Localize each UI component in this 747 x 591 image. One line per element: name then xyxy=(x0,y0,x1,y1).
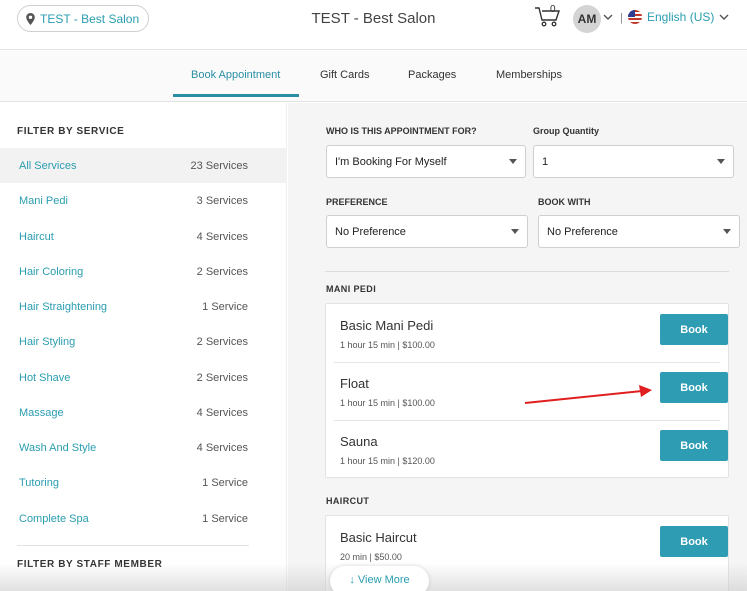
language-label: English (US) xyxy=(647,10,715,24)
sidebar-item-count: 1 Service xyxy=(202,300,248,313)
sidebar-item-hair-styling[interactable]: Hair Styling 2 Services xyxy=(0,324,287,359)
cart-count: 0 xyxy=(550,4,556,15)
dropdown-arrow-icon xyxy=(509,159,517,164)
sidebar-item-count: 3 Services xyxy=(196,194,248,207)
sidebar-item-label: All Services xyxy=(19,159,77,172)
view-more-button[interactable]: ↓ View More xyxy=(330,566,429,591)
service-name: Float xyxy=(340,376,369,391)
us-flag-icon xyxy=(628,10,642,24)
sidebar-item-label: Hair Straightening xyxy=(19,300,108,313)
tab-packages[interactable]: Packages xyxy=(408,69,456,81)
tab-gift-cards[interactable]: Gift Cards xyxy=(320,69,370,81)
book-with-select[interactable]: No Preference xyxy=(538,215,740,248)
book-with-label: BOOK WITH xyxy=(538,197,591,207)
chevron-down-icon xyxy=(719,14,729,20)
who-select-value: I'm Booking For Myself xyxy=(335,155,447,168)
top-header: TEST - Best Salon TEST - Best Salon 0 AM… xyxy=(0,0,747,50)
sidebar-item-count: 2 Services xyxy=(196,335,248,348)
language-selector[interactable]: English (US) xyxy=(628,10,729,24)
tab-memberships[interactable]: Memberships xyxy=(496,69,562,81)
preference-select-value: No Preference xyxy=(335,225,406,238)
service-meta: 1 hour 15 min | $100.00 xyxy=(340,340,435,350)
preference-select[interactable]: No Preference xyxy=(326,215,528,248)
who-select[interactable]: I'm Booking For Myself xyxy=(326,145,526,178)
sidebar-item-label: Massage xyxy=(19,406,64,419)
header-divider: | xyxy=(620,12,623,24)
service-card-mani-pedi: Basic Mani Pedi 1 hour 15 min | $100.00 … xyxy=(325,303,729,478)
service-name: Basic Haircut xyxy=(340,530,417,545)
sidebar-item-complete-spa[interactable]: Complete Spa 1 Service xyxy=(0,501,287,536)
category-heading-haircut: HAIRCUT xyxy=(326,496,370,506)
location-selector[interactable]: TEST - Best Salon xyxy=(17,5,150,32)
service-name: Sauna xyxy=(340,434,378,449)
chevron-down-icon[interactable] xyxy=(603,13,613,21)
list-item: Sauna 1 hour 15 min | $120.00 Book xyxy=(326,420,728,478)
sidebar-item-label: Tutoring xyxy=(19,476,59,489)
dropdown-arrow-icon xyxy=(723,229,731,234)
sidebar-item-count: 1 Service xyxy=(202,512,248,525)
active-tab-indicator xyxy=(173,94,299,97)
sidebar-item-count: 4 Services xyxy=(196,406,248,419)
category-heading-mani-pedi: MANI PEDI xyxy=(326,284,377,294)
group-quantity-select[interactable]: 1 xyxy=(533,145,734,178)
book-button[interactable]: Book xyxy=(660,430,728,461)
cart-button[interactable]: 0 xyxy=(534,4,564,30)
location-pin-icon xyxy=(26,12,35,25)
preference-label: PREFERENCE xyxy=(326,197,388,207)
tab-book-appointment[interactable]: Book Appointment xyxy=(191,69,280,81)
sidebar-item-massage[interactable]: Massage 4 Services xyxy=(0,395,287,430)
sidebar-item-wash-and-style[interactable]: Wash And Style 4 Services xyxy=(0,430,287,465)
service-meta: 1 hour 15 min | $120.00 xyxy=(340,456,435,466)
cart-icon xyxy=(535,7,560,27)
sidebar-item-count: 23 Services xyxy=(190,159,248,172)
sidebar-item-all-services[interactable]: All Services 23 Services xyxy=(0,148,287,183)
sidebar-item-label: Hair Coloring xyxy=(19,265,84,278)
list-item: Float 1 hour 15 min | $100.00 Book xyxy=(326,362,728,420)
group-quantity-label: Group Quantity xyxy=(533,126,599,136)
dropdown-arrow-icon xyxy=(511,229,519,234)
sidebar-item-label: Mani Pedi xyxy=(19,194,68,207)
book-with-select-value: No Preference xyxy=(547,225,618,238)
filter-by-service-heading: FILTER BY SERVICE xyxy=(17,126,125,137)
sidebar-item-label: Haircut xyxy=(19,230,54,243)
sidebar-item-haircut[interactable]: Haircut 4 Services xyxy=(0,219,287,254)
sidebar-item-label: Hair Styling xyxy=(19,335,76,348)
book-button[interactable]: Book xyxy=(660,526,728,557)
sidebar-item-hair-coloring[interactable]: Hair Coloring 2 Services xyxy=(0,254,287,289)
service-meta: 1 hour 15 min | $100.00 xyxy=(340,398,435,408)
list-item: Basic Mani Pedi 1 hour 15 min | $100.00 … xyxy=(326,304,728,362)
sidebar-item-hot-shave[interactable]: Hot Shave 2 Services xyxy=(0,360,287,395)
who-label: WHO IS THIS APPOINTMENT FOR? xyxy=(326,126,477,136)
sidebar-divider xyxy=(17,545,249,546)
sidebar-item-mani-pedi[interactable]: Mani Pedi 3 Services xyxy=(0,183,287,218)
sidebar-item-count: 1 Service xyxy=(202,476,248,489)
sidebar-item-label: Hot Shave xyxy=(19,371,71,384)
book-button[interactable]: Book xyxy=(660,372,728,403)
sidebar-item-count: 2 Services xyxy=(196,371,248,384)
book-button[interactable]: Book xyxy=(660,314,728,345)
main-tabs: Book Appointment Gift Cards Packages Mem… xyxy=(0,51,747,102)
sidebar-item-label: Wash And Style xyxy=(19,441,97,454)
service-meta: 20 min | $50.00 xyxy=(340,552,402,562)
filter-sidebar: FILTER BY SERVICE All Services 23 Servic… xyxy=(0,103,287,591)
group-quantity-value: 1 xyxy=(542,155,549,168)
service-name: Basic Mani Pedi xyxy=(340,318,434,333)
sidebar-item-tutoring[interactable]: Tutoring 1 Service xyxy=(0,465,287,500)
sidebar-item-hair-straightening[interactable]: Hair Straightening 1 Service xyxy=(0,289,287,324)
avatar[interactable]: AM xyxy=(573,5,601,33)
section-divider xyxy=(325,271,729,272)
booking-panel: WHO IS THIS APPOINTMENT FOR? Group Quant… xyxy=(288,103,747,591)
sidebar-item-count: 4 Services xyxy=(196,441,248,454)
filter-by-staff-heading: FILTER BY STAFF MEMBER xyxy=(17,559,163,570)
sidebar-item-count: 4 Services xyxy=(196,230,248,243)
sidebar-item-label: Complete Spa xyxy=(19,512,89,525)
dropdown-arrow-icon xyxy=(717,159,725,164)
location-label: TEST - Best Salon xyxy=(40,11,140,26)
sidebar-item-count: 2 Services xyxy=(196,265,248,278)
